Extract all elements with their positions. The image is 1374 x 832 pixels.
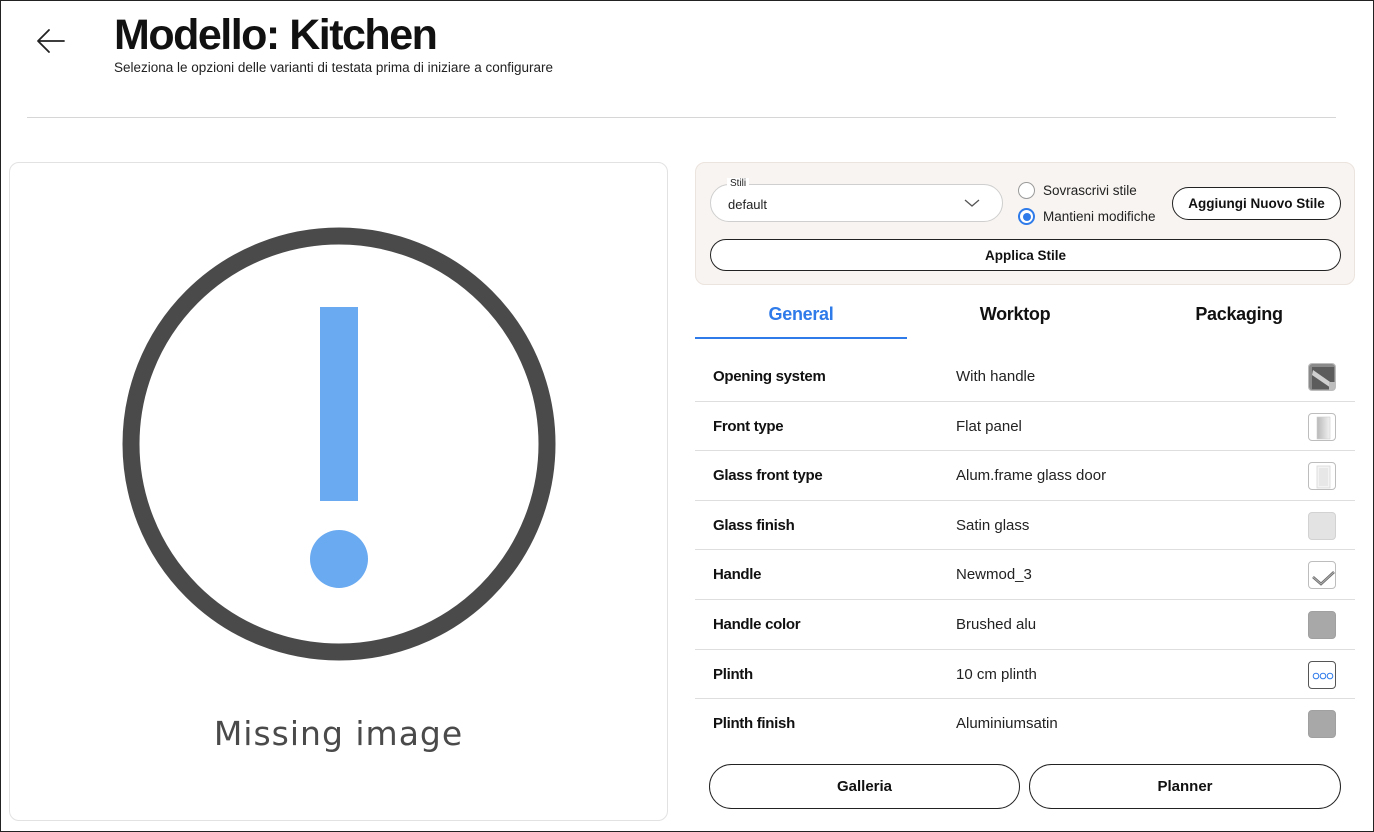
option-value: Satin glass: [956, 516, 1030, 534]
tab-worktop[interactable]: Worktop: [907, 290, 1123, 338]
option-value: 10 cm plinth: [956, 665, 1037, 683]
style-panel: Stili default Sovrascrivi stile Mantieni…: [695, 162, 1355, 285]
option-row-glass-finish[interactable]: Glass finish Satin glass: [695, 501, 1355, 551]
warning-exclamation-icon: [122, 227, 556, 661]
option-row-plinth[interactable]: Plinth 10 cm plinth: [695, 650, 1355, 700]
option-label: Glass front type: [713, 467, 823, 485]
gallery-button[interactable]: Galleria: [709, 764, 1020, 809]
option-label: Opening system: [713, 368, 826, 385]
option-label: Plinth finish: [713, 715, 795, 733]
handle-shape-icon[interactable]: [1308, 561, 1336, 590]
option-row-opening-system[interactable]: Opening system With handle: [695, 352, 1355, 402]
option-value: With handle: [956, 368, 1036, 385]
add-new-style-button[interactable]: Aggiungi Nuovo Stile: [1172, 187, 1341, 220]
flat-panel-icon[interactable]: [1308, 412, 1336, 441]
handle-photo-icon[interactable]: [1308, 363, 1336, 391]
styles-select[interactable]: Stili default: [710, 178, 1003, 222]
plinth-dots-icon[interactable]: [1308, 660, 1336, 689]
option-row-front-type[interactable]: Front type Flat panel: [695, 402, 1355, 452]
option-row-plinth-finish[interactable]: Plinth finish Aluminiumsatin: [695, 699, 1355, 749]
alu-swatch-icon[interactable]: [1308, 610, 1336, 639]
option-label: Handle color: [713, 615, 801, 633]
options-list: Opening system With handle Front type Fl…: [695, 352, 1355, 749]
option-value: Flat panel: [956, 417, 1022, 435]
option-value: Aluminiumsatin: [956, 715, 1058, 733]
styles-select-label: Stili: [727, 178, 750, 190]
radio-keep-changes[interactable]: Mantieni modifiche: [1018, 208, 1156, 225]
satin-swatch-icon[interactable]: [1308, 511, 1336, 540]
option-label: Front type: [713, 417, 784, 435]
planner-button[interactable]: Planner: [1029, 764, 1341, 809]
tab-general[interactable]: General: [695, 290, 907, 338]
radio-button-checked[interactable]: [1018, 208, 1035, 225]
alu-swatch-icon[interactable]: [1308, 710, 1336, 739]
option-row-glass-front-type[interactable]: Glass front type Alum.frame glass door: [695, 451, 1355, 501]
option-label: Plinth: [713, 665, 753, 683]
tab-packaging[interactable]: Packaging: [1123, 290, 1355, 338]
page-title: Modello: Kitchen: [114, 11, 438, 59]
styles-select-value: default: [728, 197, 768, 212]
radio-overwrite-label: Sovrascrivi stile: [1043, 183, 1137, 198]
option-value: Newmod_3: [956, 566, 1032, 584]
model-image-panel: [9, 162, 668, 821]
option-value: Alum.frame glass door: [956, 467, 1107, 485]
chevron-down-icon: [964, 199, 980, 207]
apply-style-button[interactable]: Applica Stile: [710, 239, 1341, 271]
arrow-left-icon: [37, 29, 65, 53]
option-row-handle[interactable]: Handle Newmod_3: [695, 550, 1355, 600]
option-value: Brushed alu: [956, 615, 1037, 633]
option-label: Handle: [713, 566, 762, 584]
option-tabs: General Worktop Packaging: [695, 290, 1355, 340]
page-subtitle: Seleziona le opzioni delle varianti di t…: [114, 60, 553, 75]
active-tab-indicator: [695, 337, 907, 339]
option-row-handle-color[interactable]: Handle color Brushed alu: [695, 600, 1355, 650]
radio-overwrite-style[interactable]: Sovrascrivi stile: [1018, 182, 1137, 199]
back-button[interactable]: [33, 24, 69, 60]
header-divider: [27, 117, 1336, 118]
option-label: Glass finish: [713, 516, 795, 534]
glass-door-icon[interactable]: [1308, 462, 1336, 491]
radio-keep-label: Mantieni modifiche: [1043, 209, 1156, 224]
radio-button[interactable]: [1018, 182, 1035, 199]
